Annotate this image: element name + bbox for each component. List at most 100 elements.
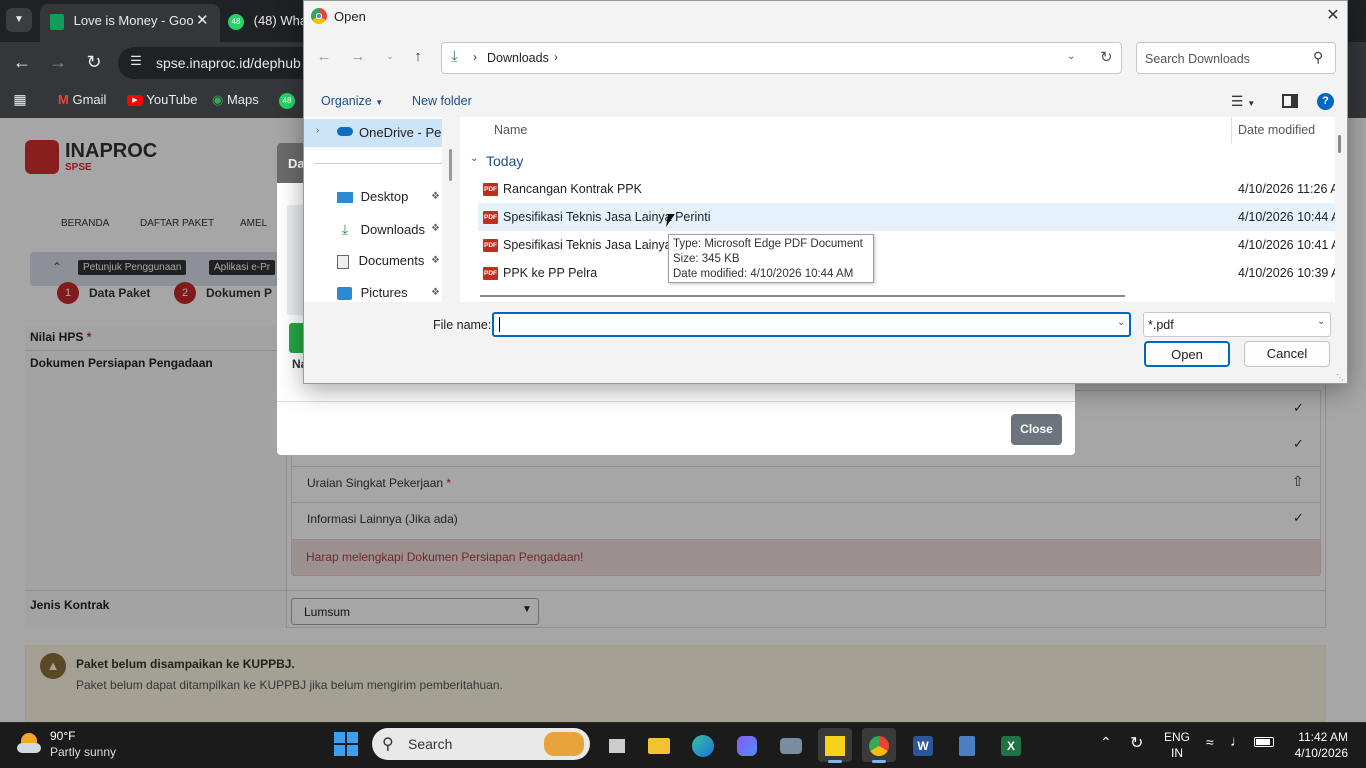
- weather-desc[interactable]: Partly sunny: [50, 745, 116, 759]
- column-header-name[interactable]: Name: [494, 123, 527, 137]
- clock[interactable]: 11:42 AM 4/10/2026: [1290, 729, 1348, 761]
- file-row[interactable]: PDF Spesifikasi Teknis Jasa Lainya Pe 4/1…: [478, 231, 1335, 259]
- volume-icon[interactable]: ♩: [1230, 733, 1245, 750]
- file-row-hovered[interactable]: PDF Spesifikasi Teknis Jasa Lainya Perint…: [478, 203, 1335, 231]
- excel-icon[interactable]: X: [994, 728, 1028, 762]
- view-options-icon[interactable]: ☰ ▼: [1226, 93, 1260, 110]
- search-icon: ⚲: [382, 736, 394, 753]
- bookmark-maps[interactable]: ◉ Maps: [212, 84, 259, 116]
- sheets-icon: [50, 13, 64, 30]
- nav-pane-scrollbar[interactable]: [449, 149, 452, 181]
- weather-temp[interactable]: 90°F: [50, 729, 75, 743]
- forward-icon[interactable]: →: [46, 52, 70, 73]
- navigation-pane[interactable]: › OneDrive - Perso Desktop ❖ ⤓ Downloads…: [304, 117, 442, 302]
- bookmark-youtube[interactable]: ▶ YouTube: [127, 84, 197, 116]
- nav-onedrive-label: OneDrive - Perso: [359, 125, 442, 140]
- pictures-icon: [337, 287, 352, 301]
- site-info-icon[interactable]: ☰: [128, 53, 144, 69]
- close-tab-icon[interactable]: ✕: [196, 4, 209, 38]
- open-button[interactable]: Open: [1144, 341, 1230, 367]
- file-type-select[interactable]: *.pdf ⌄: [1143, 312, 1331, 337]
- search-input[interactable]: Search Downloads ⚲: [1136, 42, 1336, 74]
- file-row[interactable]: PDF Rancangan Kontrak PPK 4/10/2026 11:26…: [478, 175, 1335, 203]
- new-folder-button[interactable]: New folder: [412, 94, 472, 108]
- file-tooltip: Type: Microsoft Edge PDF Document Size: …: [668, 234, 874, 283]
- vertical-scrollbar[interactable]: [1338, 135, 1341, 153]
- copilot-icon[interactable]: [730, 728, 764, 762]
- column-header-date[interactable]: Date modified: [1238, 123, 1315, 137]
- taskbar: [0, 722, 1366, 768]
- expand-icon[interactable]: ›: [316, 125, 319, 136]
- file-list[interactable]: Name Date modified ⌃ ⌄ Today PDF Rancanga…: [460, 117, 1335, 302]
- open-file-dialog: Open ✕ ← → ⌄ ↑ ⤓ › Downloads › ⌄ ↻ Searc…: [303, 0, 1348, 384]
- weather-icon[interactable]: [17, 731, 43, 755]
- bookmark-gmail[interactable]: M Gmail: [58, 84, 106, 116]
- wifi-icon[interactable]: ≈: [1206, 734, 1214, 750]
- downloads-icon: ⤓: [341, 221, 349, 237]
- chrome-icon[interactable]: [862, 728, 896, 762]
- breadcrumb-separator: ›: [554, 50, 558, 64]
- pdf-icon: PDF: [483, 267, 498, 281]
- file-name-input[interactable]: ⌄: [492, 312, 1131, 337]
- file-row[interactable]: PDF PPK ke PP Pelra 4/10/2026 10:39 A: [478, 259, 1335, 287]
- bookmark-whatsapp[interactable]: 48: [279, 84, 295, 116]
- recent-locations-icon[interactable]: ⌄: [384, 51, 396, 62]
- back-icon[interactable]: ←: [10, 52, 34, 73]
- chevron-down-icon: ⌄: [1317, 316, 1326, 327]
- nav-item-downloads[interactable]: ⤓ Downloads ❖: [337, 213, 442, 245]
- pdf-icon: PDF: [483, 239, 498, 253]
- modal-close-button[interactable]: Close: [1011, 414, 1062, 445]
- text-caret: [499, 317, 500, 332]
- preview-pane-icon[interactable]: [1282, 94, 1298, 108]
- chevron-down-icon[interactable]: ⌄: [1117, 317, 1125, 328]
- apps-icon[interactable]: ▦: [12, 91, 28, 107]
- file-name-label: File name:: [433, 318, 492, 332]
- documents-icon: [337, 254, 349, 269]
- group-collapse-icon[interactable]: ⌄: [470, 153, 478, 164]
- tooltip-size: Size: 345 KB: [673, 253, 740, 265]
- word-icon[interactable]: W: [906, 728, 940, 762]
- edge-icon[interactable]: [686, 728, 720, 762]
- tab-whatsapp[interactable]: 48 (48) Wha: [228, 6, 308, 36]
- nav-item-pictures[interactable]: Pictures ❖: [337, 277, 442, 302]
- sync-icon[interactable]: ↻: [1130, 733, 1143, 753]
- group-header: Today: [486, 153, 524, 169]
- nav-item-desktop[interactable]: Desktop ❖: [337, 181, 442, 213]
- file-explorer-icon[interactable]: [642, 728, 676, 762]
- horizontal-scrollbar[interactable]: [480, 295, 1125, 297]
- battery-icon[interactable]: [1254, 737, 1274, 747]
- help-icon[interactable]: ?: [1317, 93, 1334, 110]
- tab-sheets[interactable]: Love is Money - Goo ✕: [40, 4, 220, 42]
- reload-icon[interactable]: ↻: [82, 52, 106, 73]
- camera-icon[interactable]: [774, 728, 808, 762]
- nav-item-documents[interactable]: Documents ❖: [337, 245, 442, 277]
- cancel-button[interactable]: Cancel: [1244, 341, 1330, 367]
- language-indicator[interactable]: ENG IN: [1164, 729, 1190, 761]
- active-app-indicator: [828, 760, 842, 763]
- close-icon[interactable]: ✕: [1322, 5, 1344, 27]
- up-icon[interactable]: ↑: [410, 48, 426, 65]
- address-breadcrumb[interactable]: ⤓ › Downloads › ⌄ ↻: [441, 42, 1122, 74]
- forward-icon[interactable]: →: [350, 48, 366, 65]
- breadcrumb-downloads[interactable]: Downloads: [487, 51, 549, 65]
- nav-separator: [314, 163, 442, 164]
- whatsapp-icon: 48: [228, 13, 244, 30]
- refresh-icon[interactable]: ↻: [1100, 48, 1113, 66]
- taskbar-search[interactable]: ⚲ Search: [372, 728, 590, 760]
- chevron-down-icon[interactable]: ⌄: [1067, 51, 1075, 62]
- sticky-notes-icon[interactable]: [818, 728, 852, 762]
- address-bar[interactable]: ☰ spse.inaproc.id/dephub: [118, 47, 318, 79]
- tab-search-button[interactable]: ▼: [6, 8, 32, 32]
- search-icon[interactable]: ⚲: [1313, 49, 1323, 66]
- resize-grip-icon[interactable]: ⋱: [1336, 373, 1344, 382]
- pin-icon: ❖: [431, 223, 440, 234]
- organize-button[interactable]: Organize ▼: [321, 94, 383, 108]
- show-hidden-icons[interactable]: ⌃: [1100, 734, 1112, 751]
- onedrive-icon: [337, 127, 353, 136]
- back-icon[interactable]: ←: [316, 48, 332, 65]
- sort-icon: ⌃: [1298, 117, 1305, 123]
- start-button[interactable]: [334, 732, 358, 756]
- calculator-icon[interactable]: [950, 728, 984, 762]
- pdf-icon: PDF: [483, 183, 498, 197]
- task-view-icon[interactable]: [600, 728, 634, 762]
